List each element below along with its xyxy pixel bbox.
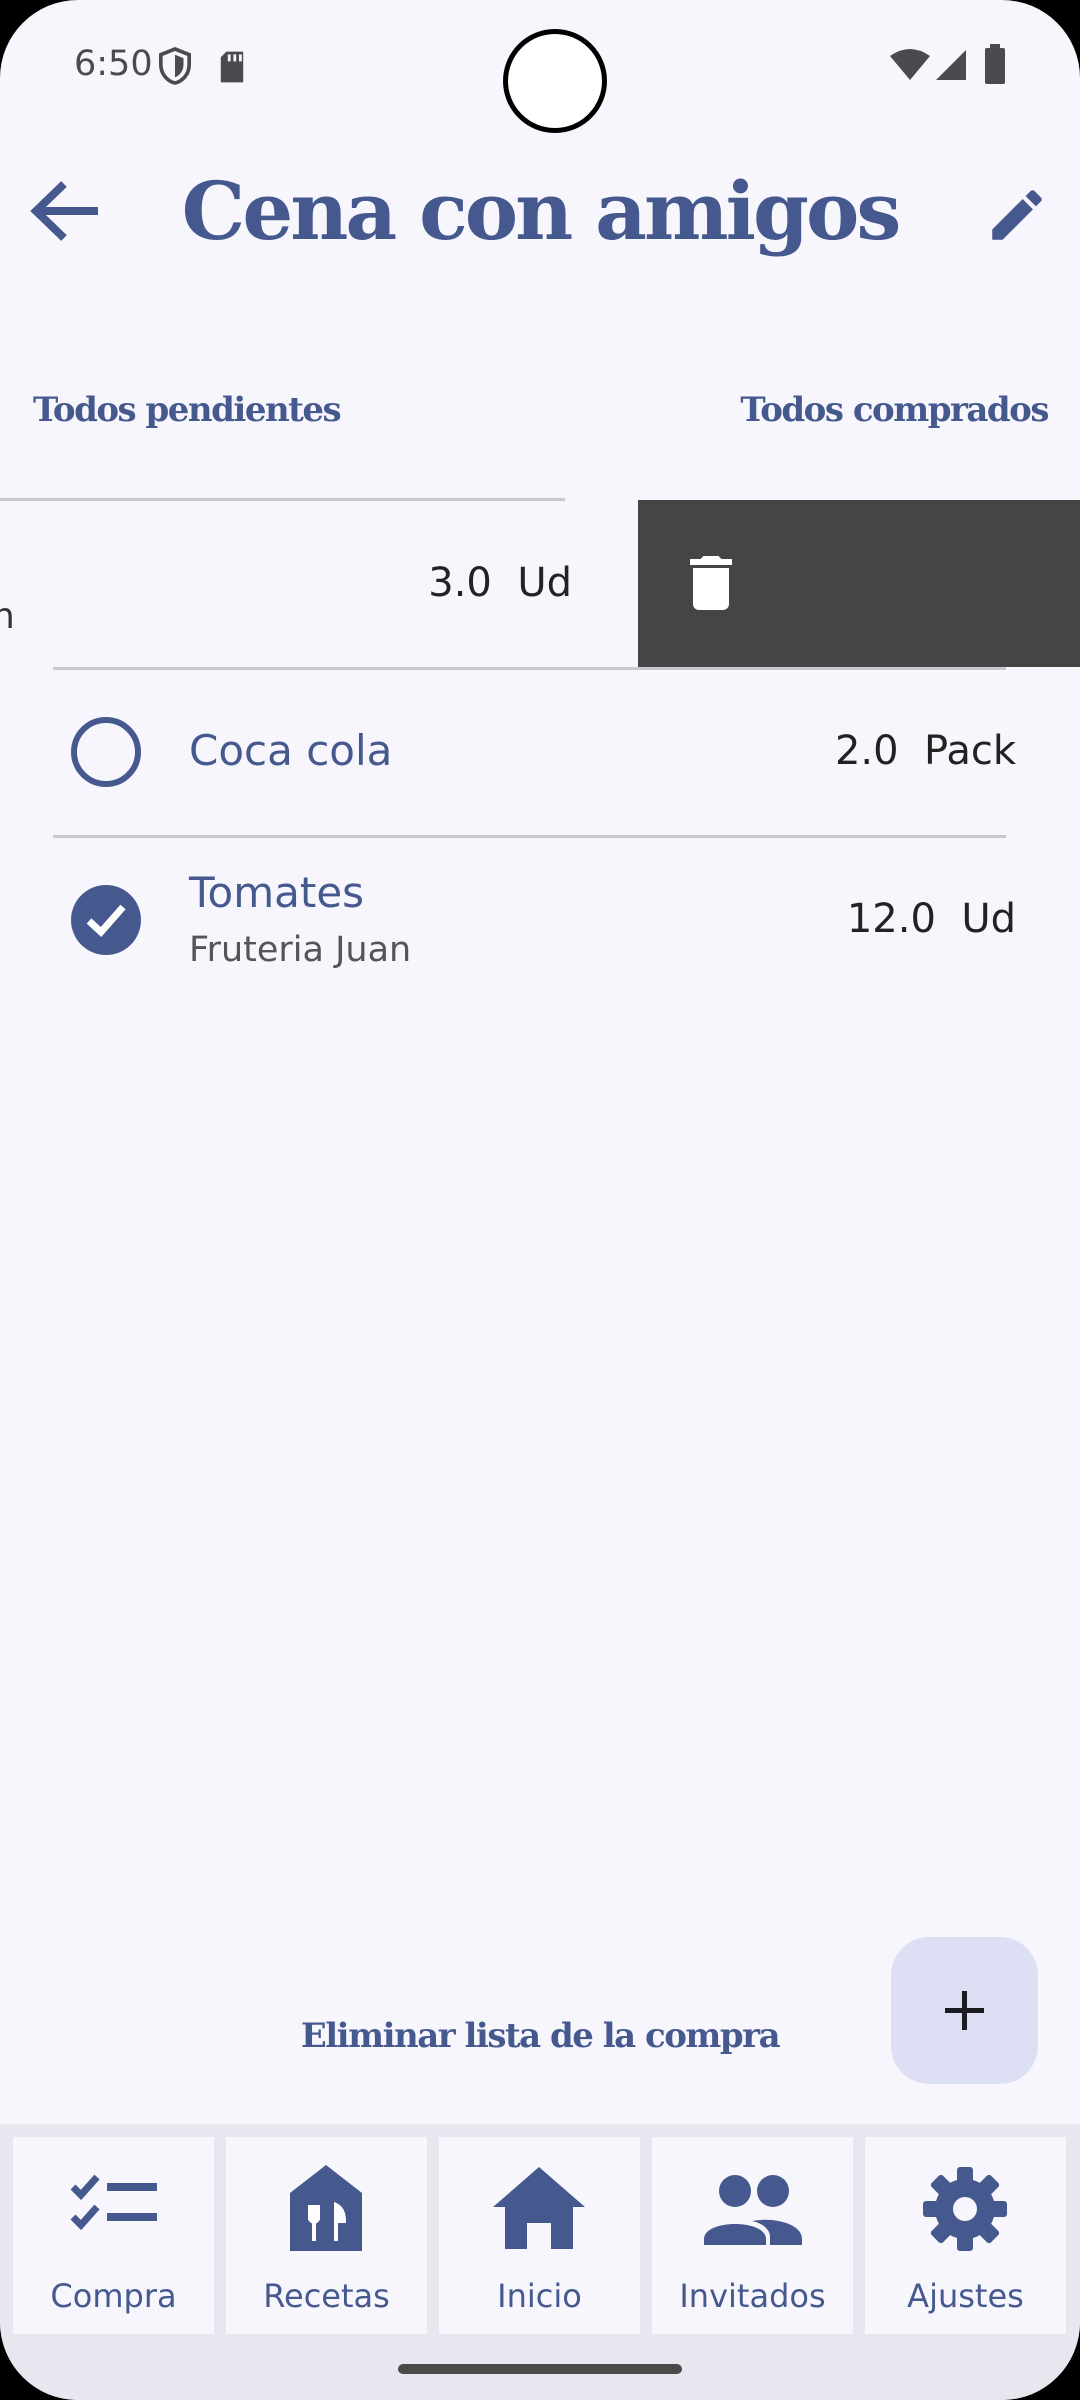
nav-label: Recetas [263,2277,390,2315]
item-quantity: 2.0 Pack [835,728,1016,774]
quantity-unit: Pack [924,728,1016,774]
item-name: Coca cola [189,726,393,775]
row-divider [53,835,1006,838]
home-indicator[interactable] [398,2364,682,2374]
trash-icon[interactable] [688,556,734,610]
row-divider [0,498,565,501]
item-store: Fruteria Juan [189,930,412,970]
status-bar: 6:50 [0,0,1080,133]
all-pending-button[interactable]: Todos pendientes [33,390,342,430]
quantity-unit: Ud [961,896,1016,942]
gear-icon [923,2167,1007,2251]
item-quantity: 12.0 Ud [847,896,1016,942]
edit-pencil-icon[interactable] [984,182,1050,248]
wifi-icon [890,49,930,80]
item-name: Tomates [189,868,365,917]
nav-item-recetas[interactable]: Recetas [226,2137,427,2334]
item-name-partial: n [0,596,15,637]
item-checkbox-checked[interactable] [71,885,141,955]
nav-label: Invitados [679,2277,826,2315]
status-time: 6:50 [74,44,153,84]
quantity-value: 12.0 [846,896,936,942]
signal-icon [936,50,966,80]
shield-icon [158,47,192,85]
home-icon [493,2167,585,2249]
nav-item-compra[interactable]: Compra [13,2137,214,2334]
bottom-nav: Compra Recetas Inicio Invitados Ajustes [0,2124,1080,2400]
item-quantity: 3.0 Ud [428,560,572,606]
quantity-value: 3.0 [428,560,492,606]
people-icon [704,2175,802,2245]
add-item-button[interactable] [891,1937,1038,2084]
nav-item-invitados[interactable]: Invitados [652,2137,853,2334]
swipe-delete-area[interactable] [638,500,1080,667]
row-divider [53,667,1006,670]
item-checkbox[interactable] [71,717,141,787]
page-title: Cena con amigos [181,164,902,258]
battery-icon [985,44,1005,84]
nav-item-inicio[interactable]: Inicio [439,2137,640,2334]
checklist-icon [70,2174,157,2231]
all-purchased-button[interactable]: Todos comprados [740,390,1049,430]
nav-label: Compra [50,2277,177,2315]
restaurant-house-icon [290,2165,362,2251]
sd-card-icon [220,51,244,83]
nav-item-ajustes[interactable]: Ajustes [865,2137,1066,2334]
nav-label: Inicio [497,2277,582,2315]
plus-icon [945,1991,984,2030]
screen: 6:50 Cena con amigos Todos pendientes To… [0,0,1080,2400]
quantity-value: 2.0 [834,728,899,774]
checkmark-icon [86,904,126,937]
nav-label: Ajustes [907,2277,1024,2315]
quantity-unit: Ud [517,560,572,606]
camera-cutout [503,29,607,133]
